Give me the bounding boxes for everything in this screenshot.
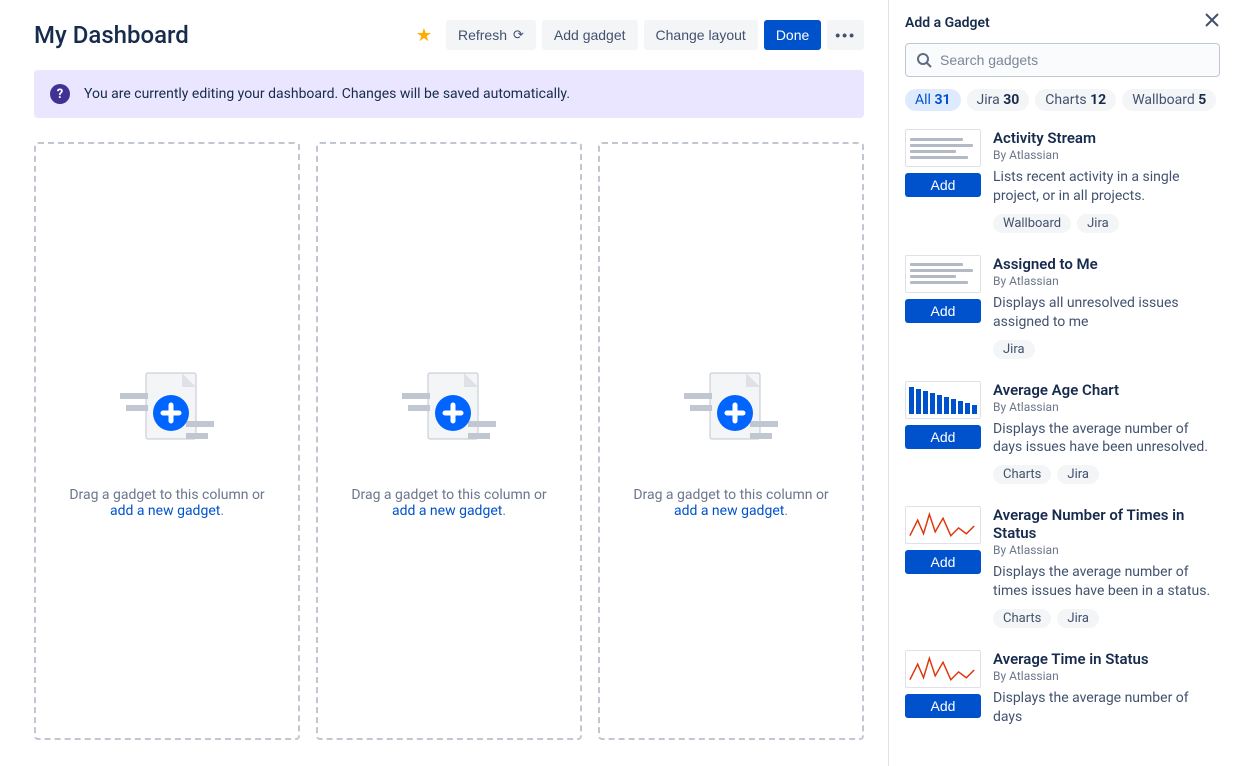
gadget-add-button[interactable]: Add xyxy=(905,299,981,323)
info-icon: ? xyxy=(50,84,70,104)
filter-chip-charts[interactable]: Charts 12 xyxy=(1035,89,1116,111)
panel-title: Add a Gadget xyxy=(905,15,1204,31)
add-gadget-button[interactable]: Add gadget xyxy=(542,20,638,50)
gadget-item: Add Average Age Chart By Atlassian Displ… xyxy=(905,381,1220,485)
gadget-add-button[interactable]: Add xyxy=(905,550,981,574)
gadget-tag: Jira xyxy=(1057,609,1099,628)
gadget-add-button[interactable]: Add xyxy=(905,694,981,718)
more-button[interactable]: ••• xyxy=(827,20,864,50)
refresh-label: Refresh xyxy=(458,27,507,43)
drop-illustration xyxy=(676,363,786,467)
change-layout-button[interactable]: Change layout xyxy=(644,20,758,50)
refresh-button[interactable]: Refresh ⟳ xyxy=(446,20,536,50)
drop-illustration xyxy=(394,363,504,467)
gadget-item: Add Assigned to Me By Atlassian Displays… xyxy=(905,255,1220,359)
gadget-description: Displays the average number of days issu… xyxy=(993,420,1220,458)
gadget-tag: Jira xyxy=(1057,465,1099,484)
gadget-tag: Wallboard xyxy=(993,214,1071,233)
add-new-gadget-link[interactable]: add a new gadget xyxy=(674,503,784,519)
gadget-author: By Atlassian xyxy=(993,543,1220,557)
drop-illustration xyxy=(112,363,222,467)
search-icon xyxy=(916,52,932,68)
add-new-gadget-link[interactable]: add a new gadget xyxy=(110,503,220,519)
gadget-tag: Charts xyxy=(993,465,1051,484)
star-icon[interactable]: ★ xyxy=(408,25,440,46)
gadget-tag: Jira xyxy=(1077,214,1119,233)
gadget-thumbnail xyxy=(905,255,981,293)
filter-chip-all[interactable]: All 31 xyxy=(905,89,961,111)
gadget-description: Lists recent activity in a single projec… xyxy=(993,168,1220,206)
gadget-name: Average Age Chart xyxy=(993,381,1220,399)
gadget-author: By Atlassian xyxy=(993,148,1220,162)
search-box[interactable] xyxy=(905,43,1220,77)
gadget-author: By Atlassian xyxy=(993,400,1220,414)
gadget-name: Average Time in Status xyxy=(993,650,1220,668)
gadget-thumbnail xyxy=(905,381,981,419)
gadget-name: Activity Stream xyxy=(993,129,1220,147)
dashboard-column[interactable]: Drag a gadget to this column or add a ne… xyxy=(598,142,864,740)
gadget-add-button[interactable]: Add xyxy=(905,425,981,449)
gadget-add-button[interactable]: Add xyxy=(905,173,981,197)
dashboard-column[interactable]: Drag a gadget to this column or add a ne… xyxy=(34,142,300,740)
add-gadget-panel: Add a Gadget All 31 Jira 30Charts 12 Wallb… xyxy=(888,0,1236,766)
search-input[interactable] xyxy=(940,52,1209,68)
column-drag-text: Drag a gadget to this column or xyxy=(69,487,264,503)
gadget-thumbnail xyxy=(905,129,981,167)
close-icon xyxy=(1204,12,1220,28)
gadget-author: By Atlassian xyxy=(993,669,1220,683)
done-button[interactable]: Done xyxy=(764,20,821,50)
gadget-tag: Jira xyxy=(993,340,1035,359)
gadget-description: Displays all unresolved issues assigned … xyxy=(993,294,1220,332)
gadget-description: Displays the average number of times iss… xyxy=(993,563,1220,601)
more-icon: ••• xyxy=(835,27,856,43)
filter-chip-jira[interactable]: Jira 30 xyxy=(967,89,1030,111)
column-drag-text: Drag a gadget to this column or xyxy=(633,487,828,503)
gadget-thumbnail xyxy=(905,506,981,544)
gadget-item: Add Average Number of Times in Status By… xyxy=(905,506,1220,628)
filter-chip-wallboard[interactable]: Wallboard 5 xyxy=(1122,89,1216,111)
add-new-gadget-link[interactable]: add a new gadget xyxy=(392,503,502,519)
gadget-thumbnail xyxy=(905,650,981,688)
banner-text: You are currently editing your dashboard… xyxy=(84,86,570,102)
refresh-icon: ⟳ xyxy=(513,27,524,43)
gadget-tag: Charts xyxy=(993,609,1051,628)
info-banner: ? You are currently editing your dashboa… xyxy=(34,70,864,118)
column-drag-text: Drag a gadget to this column or xyxy=(351,487,546,503)
gadget-name: Assigned to Me xyxy=(993,255,1220,273)
gadget-item: Add Average Time in Status By Atlassian … xyxy=(905,650,1220,735)
gadget-author: By Atlassian xyxy=(993,274,1220,288)
gadget-item: Add Activity Stream By Atlassian Lists r… xyxy=(905,129,1220,233)
close-button[interactable] xyxy=(1204,12,1220,33)
dashboard-column[interactable]: Drag a gadget to this column or add a ne… xyxy=(316,142,582,740)
page-title: My Dashboard xyxy=(34,21,408,49)
gadget-description: Displays the average number of days xyxy=(993,689,1220,727)
gadget-name: Average Number of Times in Status xyxy=(993,506,1220,542)
